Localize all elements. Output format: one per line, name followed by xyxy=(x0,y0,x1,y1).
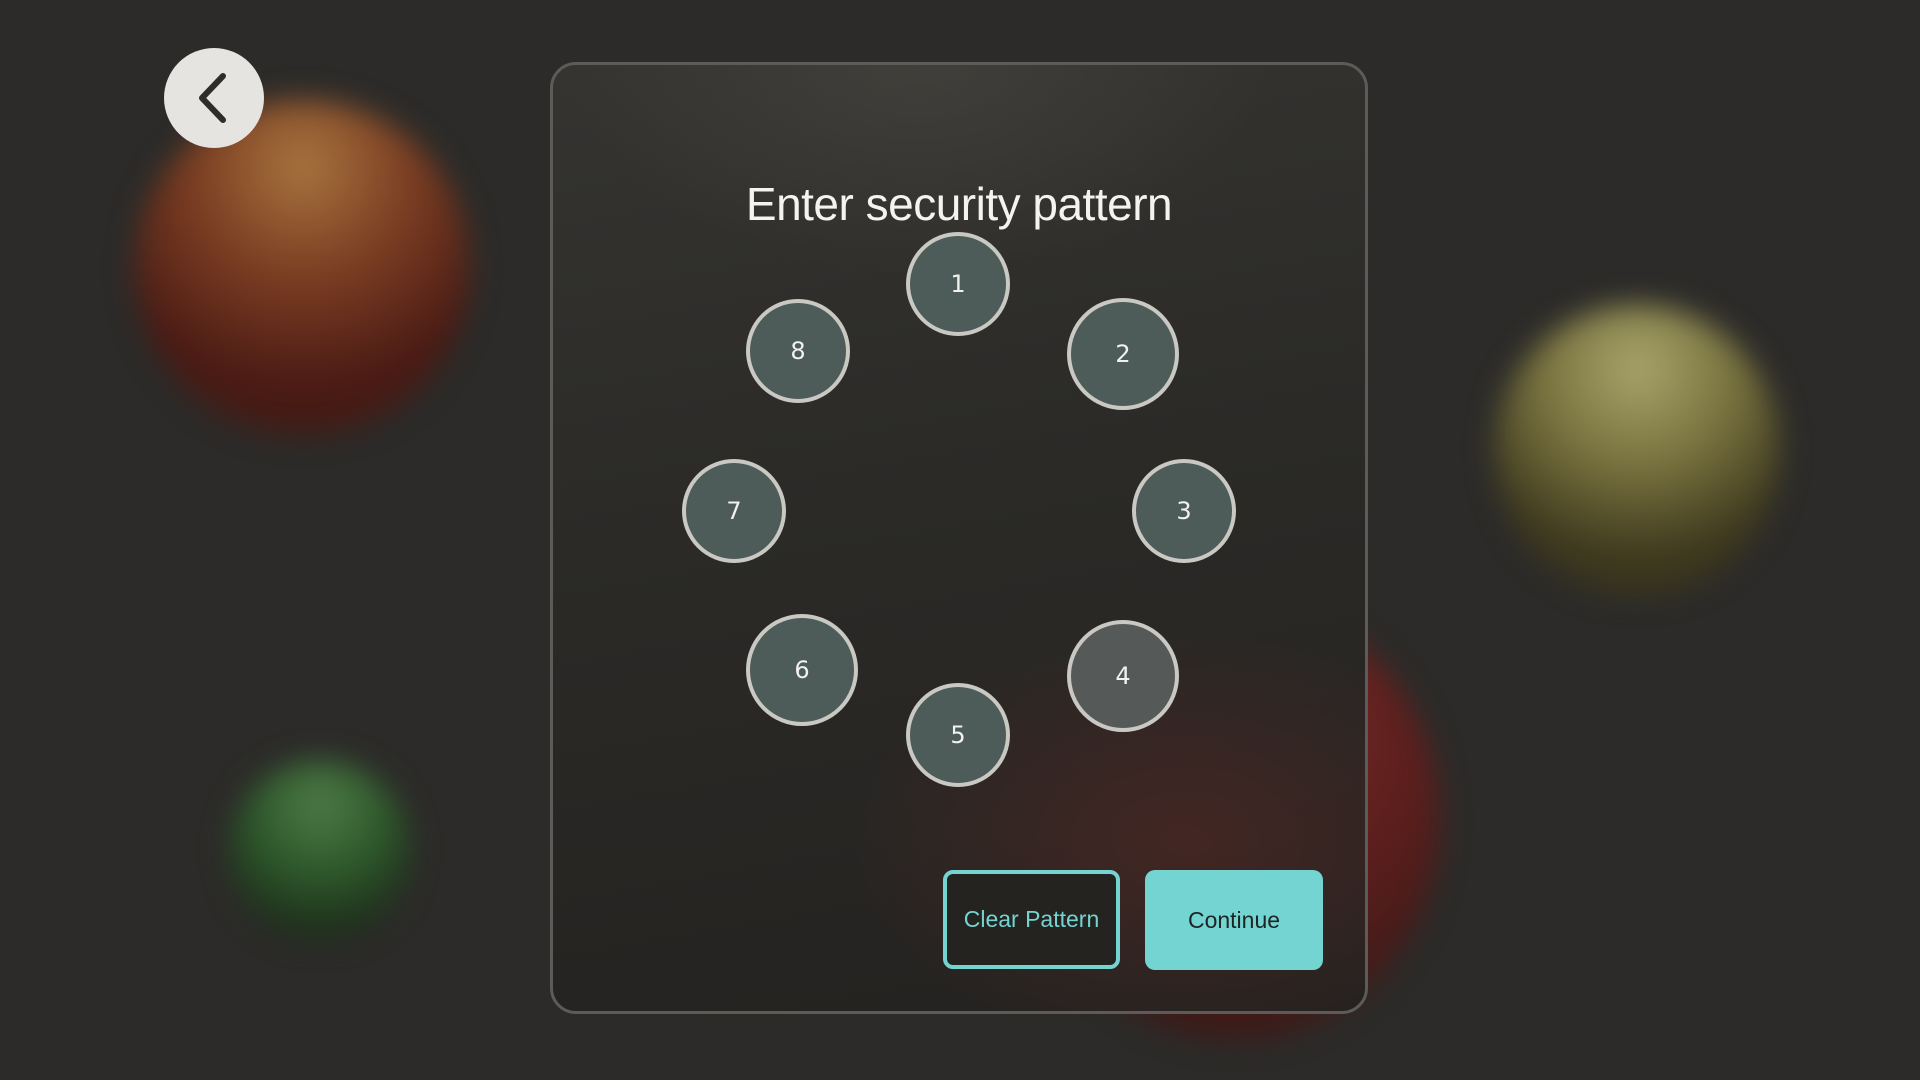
pattern-node-6[interactable]: 6 xyxy=(746,614,858,726)
chevron-left-icon xyxy=(199,73,226,123)
pattern-node-4[interactable]: 4 xyxy=(1067,620,1179,732)
pattern-node-1[interactable]: 1 xyxy=(906,232,1010,336)
pattern-node-7[interactable]: 7 xyxy=(682,459,786,563)
page-title: Enter security pattern xyxy=(745,178,1173,230)
lock-screen: Enter security pattern 1 2 3 4 5 6 7 8 C… xyxy=(0,0,1920,1080)
back-button[interactable] xyxy=(164,48,264,148)
background-orb-olive xyxy=(1495,305,1780,595)
continue-button[interactable]: Continue xyxy=(1145,870,1323,970)
pattern-node-5[interactable]: 5 xyxy=(906,683,1010,787)
pattern-node-8[interactable]: 8 xyxy=(746,299,850,403)
pattern-node-2[interactable]: 2 xyxy=(1067,298,1179,410)
pattern-node-3[interactable]: 3 xyxy=(1132,459,1236,563)
background-orb-green xyxy=(230,760,410,940)
clear-pattern-button[interactable]: Clear Pattern xyxy=(943,870,1120,969)
background-orb-orange xyxy=(135,100,470,435)
